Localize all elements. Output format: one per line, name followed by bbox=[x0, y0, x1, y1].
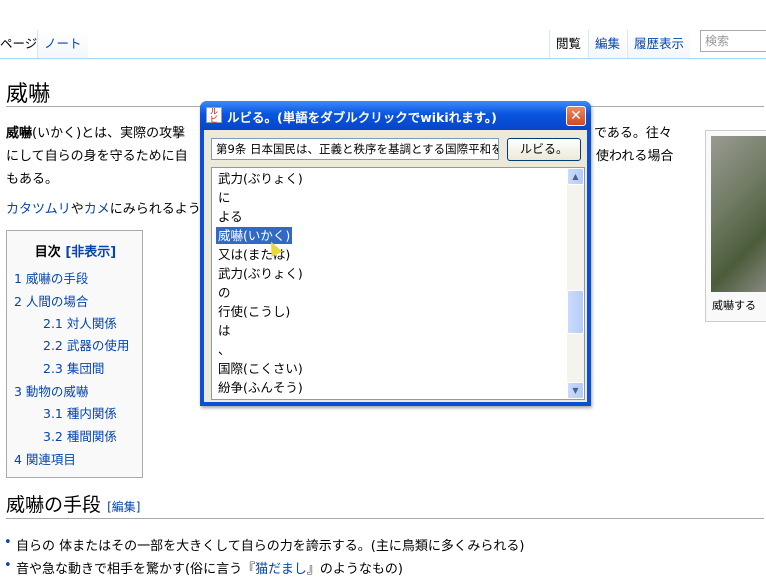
toc-item[interactable]: 2.1 対人関係 bbox=[43, 313, 117, 332]
scroll-up-icon[interactable]: ▲ bbox=[567, 168, 584, 185]
toc-item[interactable]: 3.2 種間関係 bbox=[43, 426, 117, 445]
popup-title: ルビる。(単語をダブルクリックでwikiれます。) bbox=[227, 110, 497, 125]
tab-divider bbox=[0, 58, 766, 59]
list-item[interactable]: に bbox=[218, 189, 231, 206]
list-item[interactable]: よる bbox=[218, 208, 243, 225]
toc-item[interactable]: 3.1 種内関係 bbox=[43, 403, 117, 422]
thumbnail-image[interactable] bbox=[711, 136, 766, 292]
intro-bold-term: 威嚇 bbox=[6, 126, 33, 141]
list-item: 自らの 体またはその一部を大きくして自らの力を誇示する。(主に鳥類に多くみられる… bbox=[4, 535, 524, 554]
intro-text-line2: にして自らの身を守るために自 bbox=[6, 149, 188, 164]
word-list[interactable]: 武力(ぶりょく) に よる 威嚇(いかく) 又は(または) 武力(ぶりょく) の… bbox=[211, 167, 585, 400]
list-item[interactable]: 国際(こくさい) bbox=[218, 360, 303, 377]
list-item[interactable]: は bbox=[218, 322, 231, 339]
list-item[interactable]: の bbox=[218, 284, 231, 301]
tab-edit[interactable]: 編集 bbox=[588, 30, 627, 58]
app-icon: ルビ bbox=[206, 107, 222, 124]
rubiru-popup-window: ルビ ルビる。(単語をダブルクリックでwikiれます。) ✕ 第9条 日本国民は… bbox=[200, 101, 591, 406]
section-heading: 威嚇の手段 [編集] bbox=[6, 490, 140, 517]
popup-body: 第9条 日本国民は、正義と秩序を基調とする国際平和を誠 ルビる。 武力(ぶりょく… bbox=[204, 130, 587, 402]
list-item[interactable]: 、 bbox=[218, 341, 231, 358]
line4-rest: にみられるよう bbox=[109, 202, 201, 217]
section-rule bbox=[6, 518, 764, 519]
toc-item[interactable]: 4 関連項目 bbox=[14, 449, 76, 468]
intro-text-line1-end: である。往々 bbox=[594, 126, 672, 141]
section-edit-link[interactable]: [編集] bbox=[107, 500, 140, 514]
intro-text-line4: カタツムリやカメにみられるよう bbox=[6, 198, 201, 222]
toc-item[interactable]: 2.3 集団間 bbox=[43, 358, 104, 377]
popup-title-bar[interactable]: ルビ ルビる。(単語をダブルクリックでwikiれます。) ✕ bbox=[200, 101, 591, 130]
list-item[interactable]: 行使(こうし) bbox=[218, 303, 290, 320]
section-title: 威嚇の手段 bbox=[6, 494, 102, 516]
list-item[interactable]: 武力(ぶりょく) bbox=[218, 170, 303, 187]
toc-item[interactable]: 1 威嚇の手段 bbox=[14, 268, 88, 287]
bullet2-prefix: 音や急な動きで相手を驚かす(俗に言う『 bbox=[16, 562, 256, 577]
list-item[interactable]: 武力(ぶりょく) bbox=[218, 265, 303, 282]
link-nekodamashi[interactable]: 猫だまし bbox=[255, 562, 307, 577]
link-kame[interactable]: カメ bbox=[84, 202, 110, 217]
list-item: 音や急な動きで相手を驚かす(俗に言う『猫だまし』のようなもの) bbox=[4, 558, 403, 577]
tab-history[interactable]: 履歴表示 bbox=[627, 30, 691, 58]
scroll-thumb[interactable] bbox=[567, 290, 584, 334]
tab-read[interactable]: 閲覧 bbox=[549, 30, 588, 58]
close-button[interactable]: ✕ bbox=[566, 106, 586, 126]
toc-header: 目次 [非表示] bbox=[7, 241, 144, 260]
list-item[interactable]: 紛争(ふんそう) bbox=[218, 379, 303, 396]
text-input[interactable]: 第9条 日本国民は、正義と秩序を基調とする国際平和を誠 bbox=[211, 138, 499, 160]
intro-text-line1: (いかく)とは、実際の攻撃 bbox=[32, 126, 186, 141]
table-of-contents: 目次 [非表示] 1 威嚇の手段 2 人間の場合 2.1 対人関係 2.2 武器… bbox=[6, 230, 143, 478]
scroll-down-icon[interactable]: ▼ bbox=[567, 382, 584, 399]
toc-title: 目次 bbox=[34, 245, 61, 260]
intro-text-line2-end: 使われる場合 bbox=[596, 149, 674, 164]
thumbnail-box: 威嚇する bbox=[705, 130, 766, 322]
line4-connector: や bbox=[70, 202, 84, 217]
vertical-scrollbar[interactable]: ▲ ▼ bbox=[567, 168, 584, 399]
toc-toggle-link[interactable]: [非表示] bbox=[65, 245, 116, 260]
link-katatsumuri[interactable]: カタツムリ bbox=[6, 202, 71, 217]
top-tab-bar: ページ ノート 閲覧 編集 履歴表示 検索 bbox=[0, 0, 766, 58]
bullet2-suffix: 』のようなもの) bbox=[306, 562, 403, 577]
intro-text-line3: もある。 bbox=[6, 172, 59, 187]
list-item-selected[interactable]: 威嚇(いかく) bbox=[216, 227, 293, 244]
toc-item[interactable]: 3 動物の威嚇 bbox=[14, 381, 88, 400]
rubiru-button[interactable]: ルビる。 bbox=[507, 138, 581, 161]
page-title: 威嚇 bbox=[6, 82, 51, 107]
search-input[interactable]: 検索 bbox=[700, 30, 766, 52]
tab-note[interactable]: ノート bbox=[37, 30, 88, 58]
thumbnail-caption: 威嚇する bbox=[712, 299, 756, 312]
toc-item[interactable]: 2 人間の場合 bbox=[14, 291, 88, 310]
toc-item[interactable]: 2.2 武器の使用 bbox=[43, 335, 129, 354]
